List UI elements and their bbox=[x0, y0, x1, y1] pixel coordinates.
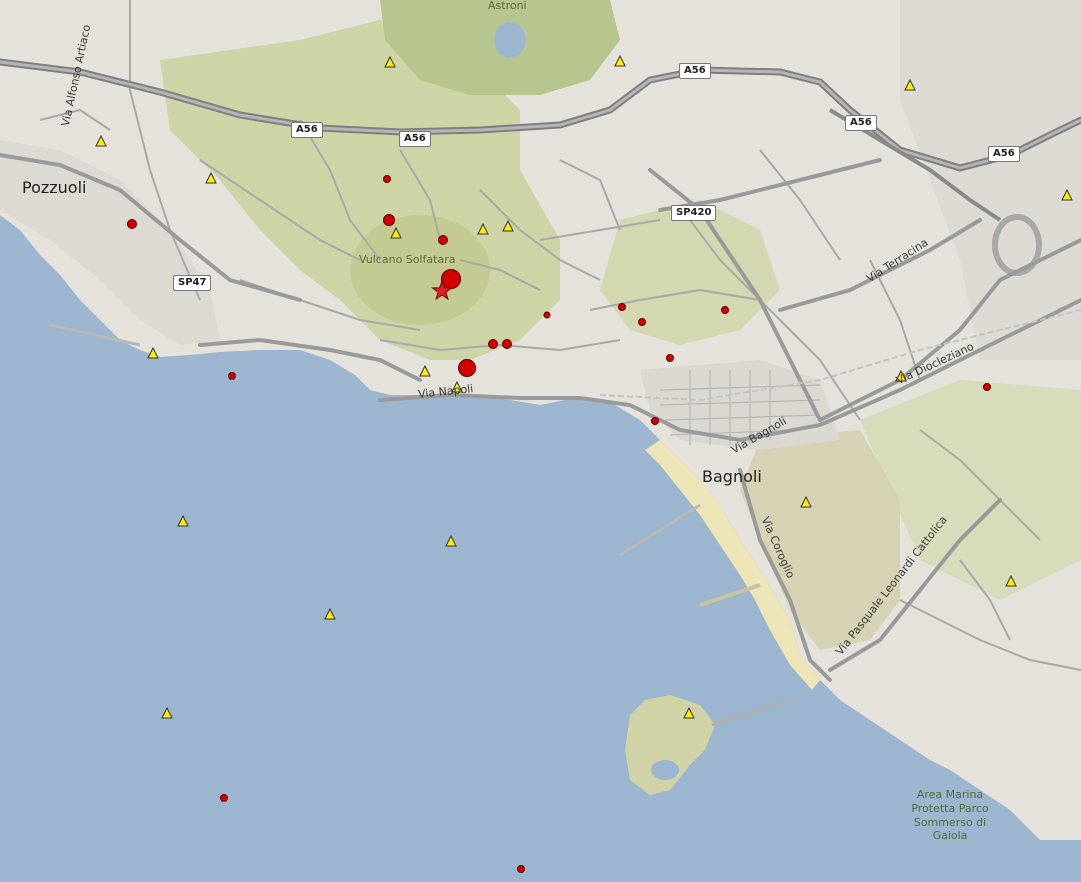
event-marker[interactable] bbox=[458, 359, 476, 377]
astroni-lake bbox=[494, 22, 526, 58]
event-marker[interactable] bbox=[220, 794, 228, 802]
event-marker[interactable] bbox=[721, 306, 729, 314]
event-marker[interactable] bbox=[127, 219, 137, 229]
event-marker[interactable] bbox=[488, 339, 498, 349]
map-view[interactable]: A56 A56 A56 A56 A56 SP420 SP47 Pozzuoli … bbox=[0, 0, 1081, 882]
road-shield-sp420: SP420 bbox=[671, 205, 717, 221]
road-shield-a56: A56 bbox=[679, 63, 711, 79]
event-marker[interactable] bbox=[228, 372, 236, 380]
event-marker[interactable] bbox=[383, 214, 395, 226]
place-label-astroni: Astroni bbox=[488, 0, 527, 12]
nisida-cove bbox=[651, 760, 679, 780]
place-label-solfatara: Vulcano Solfatara bbox=[359, 253, 456, 266]
map-canvas[interactable] bbox=[0, 0, 1081, 882]
solfatara-crater bbox=[350, 215, 490, 325]
event-marker[interactable] bbox=[651, 417, 659, 425]
place-label-marine-park: Area Marina Protetta Parco Sommerso di G… bbox=[911, 788, 989, 843]
event-marker[interactable] bbox=[543, 311, 551, 319]
road-shield-sp47: SP47 bbox=[173, 275, 212, 291]
event-marker[interactable] bbox=[517, 865, 525, 873]
road-shield-a56: A56 bbox=[291, 122, 323, 138]
event-marker[interactable] bbox=[983, 383, 991, 391]
event-marker[interactable] bbox=[638, 318, 646, 326]
event-marker[interactable] bbox=[441, 269, 461, 289]
event-marker[interactable] bbox=[383, 175, 391, 183]
event-marker[interactable] bbox=[618, 303, 626, 311]
event-marker[interactable] bbox=[502, 339, 512, 349]
place-label-bagnoli: Bagnoli bbox=[702, 467, 762, 486]
road-shield-a56: A56 bbox=[988, 146, 1020, 162]
road-shield-a56: A56 bbox=[845, 115, 877, 131]
place-label-pozzuoli: Pozzuoli bbox=[22, 178, 87, 197]
road-shield-a56: A56 bbox=[399, 131, 431, 147]
event-marker[interactable] bbox=[438, 235, 448, 245]
event-marker[interactable] bbox=[666, 354, 674, 362]
